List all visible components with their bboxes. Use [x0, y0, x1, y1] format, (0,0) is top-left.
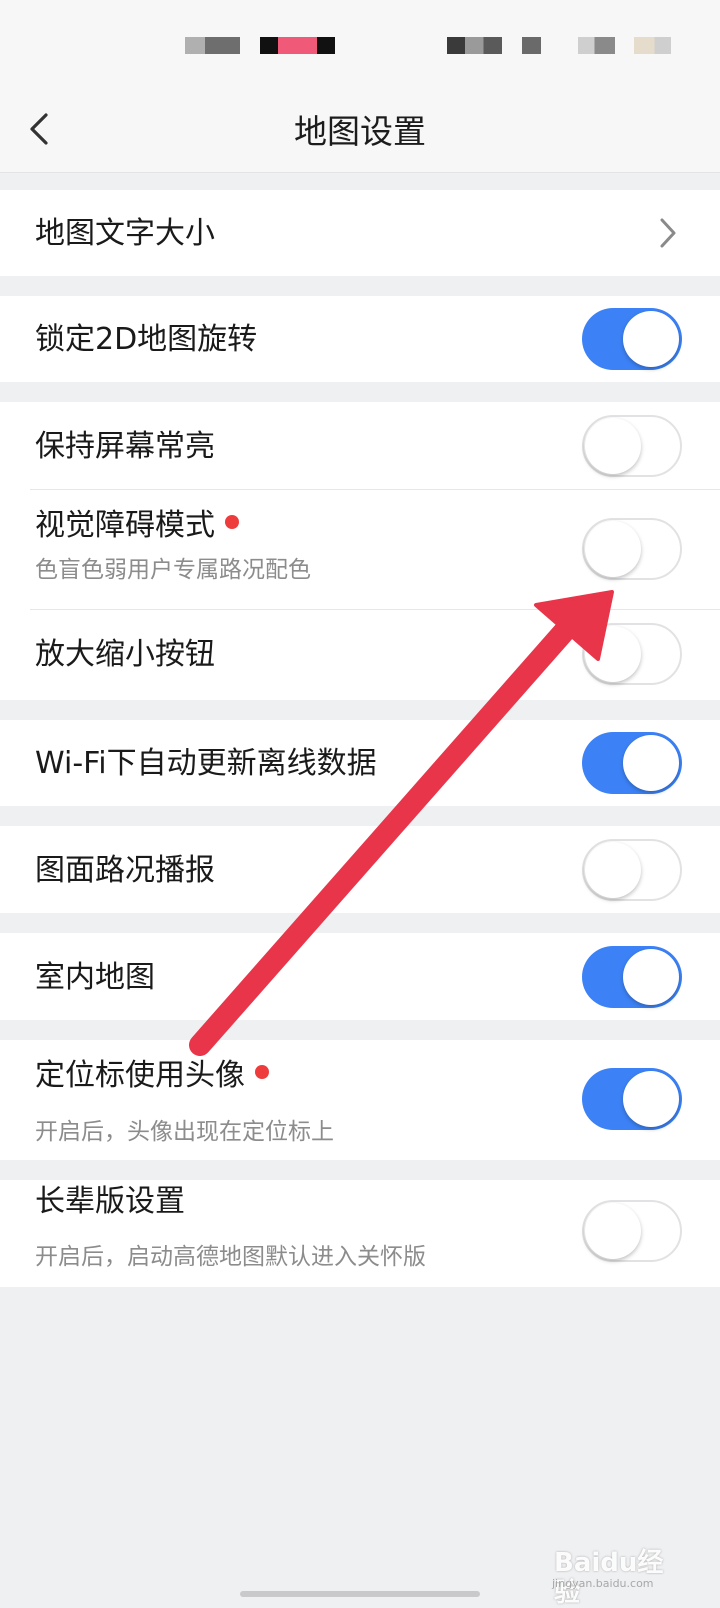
settings-group-offline-data: Wi-Fi下自动更新离线数据 [0, 720, 720, 806]
toggle-knob [585, 418, 641, 474]
zoom-buttons-toggle[interactable] [582, 623, 682, 685]
setting-title: 放大缩小按钮 [35, 637, 215, 672]
setting-row-zoom-buttons: 放大缩小按钮 [0, 610, 720, 700]
setting-row-wifi-auto-update: Wi-Fi下自动更新离线数据 [0, 720, 720, 806]
lock-2d-rotation-toggle[interactable] [582, 308, 682, 370]
setting-row-elder-mode: 长辈版设置 开启后，启动高德地图默认进入关怀版 [0, 1180, 720, 1287]
new-badge-dot [255, 1065, 269, 1079]
watermark-domain: jingyan.baidu.com [552, 1577, 654, 1590]
status-bar-obscured-block [522, 37, 541, 54]
status-bar [0, 0, 720, 90]
setting-row-lock-2d-rotation: 锁定2D地图旋转 [0, 296, 720, 382]
toggle-knob [623, 735, 679, 791]
setting-subtitle: 色盲色弱用户专属路况配色 [35, 557, 311, 583]
status-bar-obscured-block [634, 37, 671, 54]
setting-subtitle: 开启后，启动高德地图默认进入关怀版 [35, 1244, 426, 1270]
toggle-knob [623, 1071, 679, 1127]
setting-title-text: 定位标使用头像 [35, 1058, 245, 1093]
keep-screen-on-toggle[interactable] [582, 415, 682, 477]
traffic-broadcast-toggle[interactable] [582, 839, 682, 901]
setting-title: 室内地图 [35, 960, 155, 995]
avatar-marker-toggle[interactable] [582, 1068, 682, 1130]
settings-group-display: 保持屏幕常亮 视觉障碍模式 色盲色弱用户专属路况配色 放大缩小按钮 [0, 402, 720, 700]
settings-group-indoor-map: 室内地图 [0, 933, 720, 1020]
toggle-knob [585, 626, 641, 682]
status-bar-obscured-block [185, 37, 240, 54]
setting-row-traffic-broadcast: 图面路况播报 [0, 826, 720, 913]
home-indicator[interactable] [240, 1591, 480, 1597]
page-title: 地图设置 [294, 112, 426, 151]
navigation-bar: 地图设置 [0, 90, 720, 173]
new-badge-dot [225, 515, 239, 529]
setting-title: 地图文字大小 [35, 216, 215, 251]
toggle-knob [585, 1203, 641, 1259]
chevron-right-icon [660, 218, 676, 248]
settings-group-traffic-broadcast: 图面路况播报 [0, 826, 720, 913]
setting-title: 定位标使用头像 [35, 1058, 269, 1094]
setting-title: 保持屏幕常亮 [35, 429, 215, 464]
setting-row-map-text-size[interactable]: 地图文字大小 [0, 190, 720, 276]
wifi-auto-update-toggle[interactable] [582, 732, 682, 794]
setting-row-visual-impairment-mode: 视觉障碍模式 色盲色弱用户专属路况配色 [0, 490, 720, 610]
setting-row-indoor-map: 室内地图 [0, 933, 720, 1020]
settings-group-text-size: 地图文字大小 [0, 190, 720, 276]
setting-title: Wi-Fi下自动更新离线数据 [35, 746, 377, 781]
elder-mode-toggle[interactable] [582, 1200, 682, 1262]
indoor-map-toggle[interactable] [582, 946, 682, 1008]
setting-title: 视觉障碍模式 [35, 508, 239, 544]
toggle-knob [623, 949, 679, 1005]
toggle-knob [585, 521, 641, 577]
settings-group-elder-mode: 长辈版设置 开启后，启动高德地图默认进入关怀版 [0, 1180, 720, 1287]
setting-row-keep-screen-on: 保持屏幕常亮 [0, 402, 720, 490]
setting-title-text: 视觉障碍模式 [35, 508, 215, 543]
status-bar-obscured-block [578, 37, 615, 54]
toggle-knob [623, 311, 679, 367]
setting-title: 图面路况播报 [35, 853, 215, 888]
setting-title: 锁定2D地图旋转 [35, 322, 258, 357]
settings-group-avatar-marker: 定位标使用头像 开启后，头像出现在定位标上 [0, 1040, 720, 1160]
baidu-jingyan-watermark: Baidu经验 jingyan.baidu.com [548, 1548, 688, 1608]
status-bar-obscured-block [260, 37, 335, 54]
settings-group-rotation: 锁定2D地图旋转 [0, 296, 720, 382]
toggle-knob [585, 842, 641, 898]
visual-impairment-mode-toggle[interactable] [582, 518, 682, 580]
setting-row-avatar-marker: 定位标使用头像 开启后，头像出现在定位标上 [0, 1040, 720, 1160]
setting-title: 长辈版设置 [35, 1184, 185, 1219]
status-bar-obscured-block [447, 37, 502, 54]
setting-subtitle: 开启后，头像出现在定位标上 [35, 1119, 334, 1145]
